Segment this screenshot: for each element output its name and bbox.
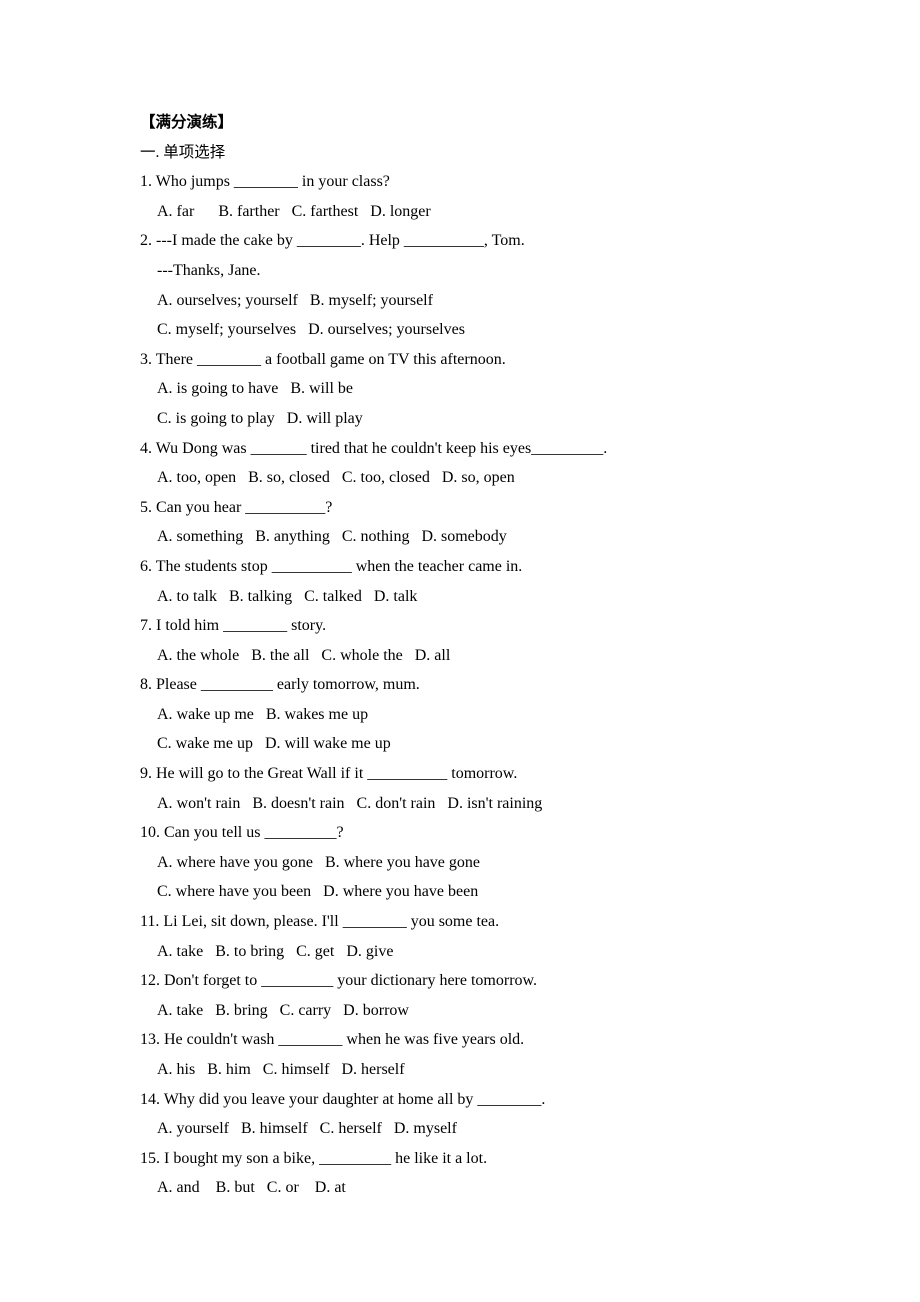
question-options-line: A. won't rain B. doesn't rain C. don't r…	[157, 794, 543, 812]
question-dialogue-line: ---Thanks, Jane.	[157, 261, 261, 279]
question-options-line: A. yourself B. himself C. herself D. mys…	[157, 1120, 457, 1138]
question-stem: 7. I told him ________ story.	[140, 617, 327, 635]
question-options-line: C. where have you been D. where you have…	[157, 883, 479, 901]
question-stem: 14. Why did you leave your daughter at h…	[140, 1090, 546, 1108]
question-item: 6. The students stop __________ when the…	[140, 552, 840, 611]
question-options-line: A. the whole B. the all C. whole the D. …	[157, 646, 451, 664]
question-options-line: A. too, open B. so, closed C. too, close…	[157, 469, 515, 487]
document-heading: 【满分演练】	[140, 114, 234, 131]
question-item: 3. There ________ a football game on TV …	[140, 345, 840, 434]
question-list: 1. Who jumps ________ in your class? A. f…	[140, 167, 840, 1203]
question-options-line: C. is going to play D. will play	[157, 409, 363, 427]
section-heading-single-choice: 一. 单项选择	[140, 143, 226, 161]
question-stem: 12. Don't forget to _________ your dicti…	[140, 972, 538, 990]
question-options-line: A. where have you gone B. where you have…	[157, 853, 481, 871]
question-options-line: C. wake me up D. will wake me up	[157, 735, 391, 753]
question-options-line: A. take B. bring C. carry D. borrow	[157, 1001, 409, 1019]
question-stem: 10. Can you tell us _________?	[140, 824, 344, 842]
question-item: 5. Can you hear __________? A. something …	[140, 493, 840, 552]
question-item: 15. I bought my son a bike, _________ he…	[140, 1144, 840, 1203]
question-item: 11. Li Lei, sit down, please. I'll _____…	[140, 907, 840, 966]
question-item: 8. Please _________ early tomorrow, mum.…	[140, 670, 840, 759]
question-options-line: A. take B. to bring C. get D. give	[157, 942, 394, 960]
question-stem: 9. He will go to the Great Wall if it __…	[140, 765, 518, 783]
question-options-line: A. his B. him C. himself D. herself	[157, 1061, 405, 1078]
question-options-line: A. to talk B. talking C. talked D. talk	[157, 587, 418, 605]
question-item: 2. ---I made the cake by ________. Help …	[140, 226, 840, 344]
question-stem: 4. Wu Dong was _______ tired that he cou…	[140, 439, 608, 457]
question-options-line: A. far B. farther C. farthest D. longer	[157, 202, 431, 220]
question-stem: 15. I bought my son a bike, _________ he…	[140, 1149, 488, 1167]
question-stem: 11. Li Lei, sit down, please. I'll _____…	[140, 913, 500, 931]
question-item: 10. Can you tell us _________? A. where h…	[140, 818, 840, 907]
question-options-line: A. wake up me B. wakes me up	[157, 705, 369, 723]
question-item: 7. I told him ________ story. A. the whol…	[140, 611, 840, 670]
question-stem: 3. There ________ a football game on TV …	[140, 350, 506, 368]
question-options-line: C. myself; yourselves D. ourselves; your…	[157, 321, 465, 339]
question-stem: 5. Can you hear __________?	[140, 498, 333, 516]
question-item: 9. He will go to the Great Wall if it __…	[140, 759, 840, 818]
question-stem: 1. Who jumps ________ in your class?	[140, 173, 390, 191]
question-options-line: A. and B. but C. or D. at	[157, 1179, 346, 1197]
document-content: 【满分演练】 一. 单项选择 1. Who jumps ________ in …	[140, 108, 840, 1203]
question-item: 12. Don't forget to _________ your dicti…	[140, 966, 840, 1025]
question-stem: 6. The students stop __________ when the…	[140, 557, 523, 575]
question-options-line: A. something B. anything C. nothing D. s…	[157, 528, 507, 546]
question-item: 13. He couldn't wash ________ when he wa…	[140, 1025, 840, 1084]
question-stem: 8. Please _________ early tomorrow, mum.	[140, 676, 420, 694]
question-item: 14. Why did you leave your daughter at h…	[140, 1085, 840, 1144]
question-options-line: A. ourselves; yourself B. myself; yourse…	[157, 291, 433, 309]
document-page: 【满分演练】 一. 单项选择 1. Who jumps ________ in …	[0, 0, 920, 1302]
question-options-line: A. is going to have B. will be	[157, 380, 353, 398]
question-stem: 13. He couldn't wash ________ when he wa…	[140, 1031, 525, 1049]
question-item: 1. Who jumps ________ in your class? A. f…	[140, 167, 840, 226]
question-item: 4. Wu Dong was _______ tired that he cou…	[140, 434, 840, 493]
question-stem: 2. ---I made the cake by ________. Help …	[140, 232, 525, 250]
